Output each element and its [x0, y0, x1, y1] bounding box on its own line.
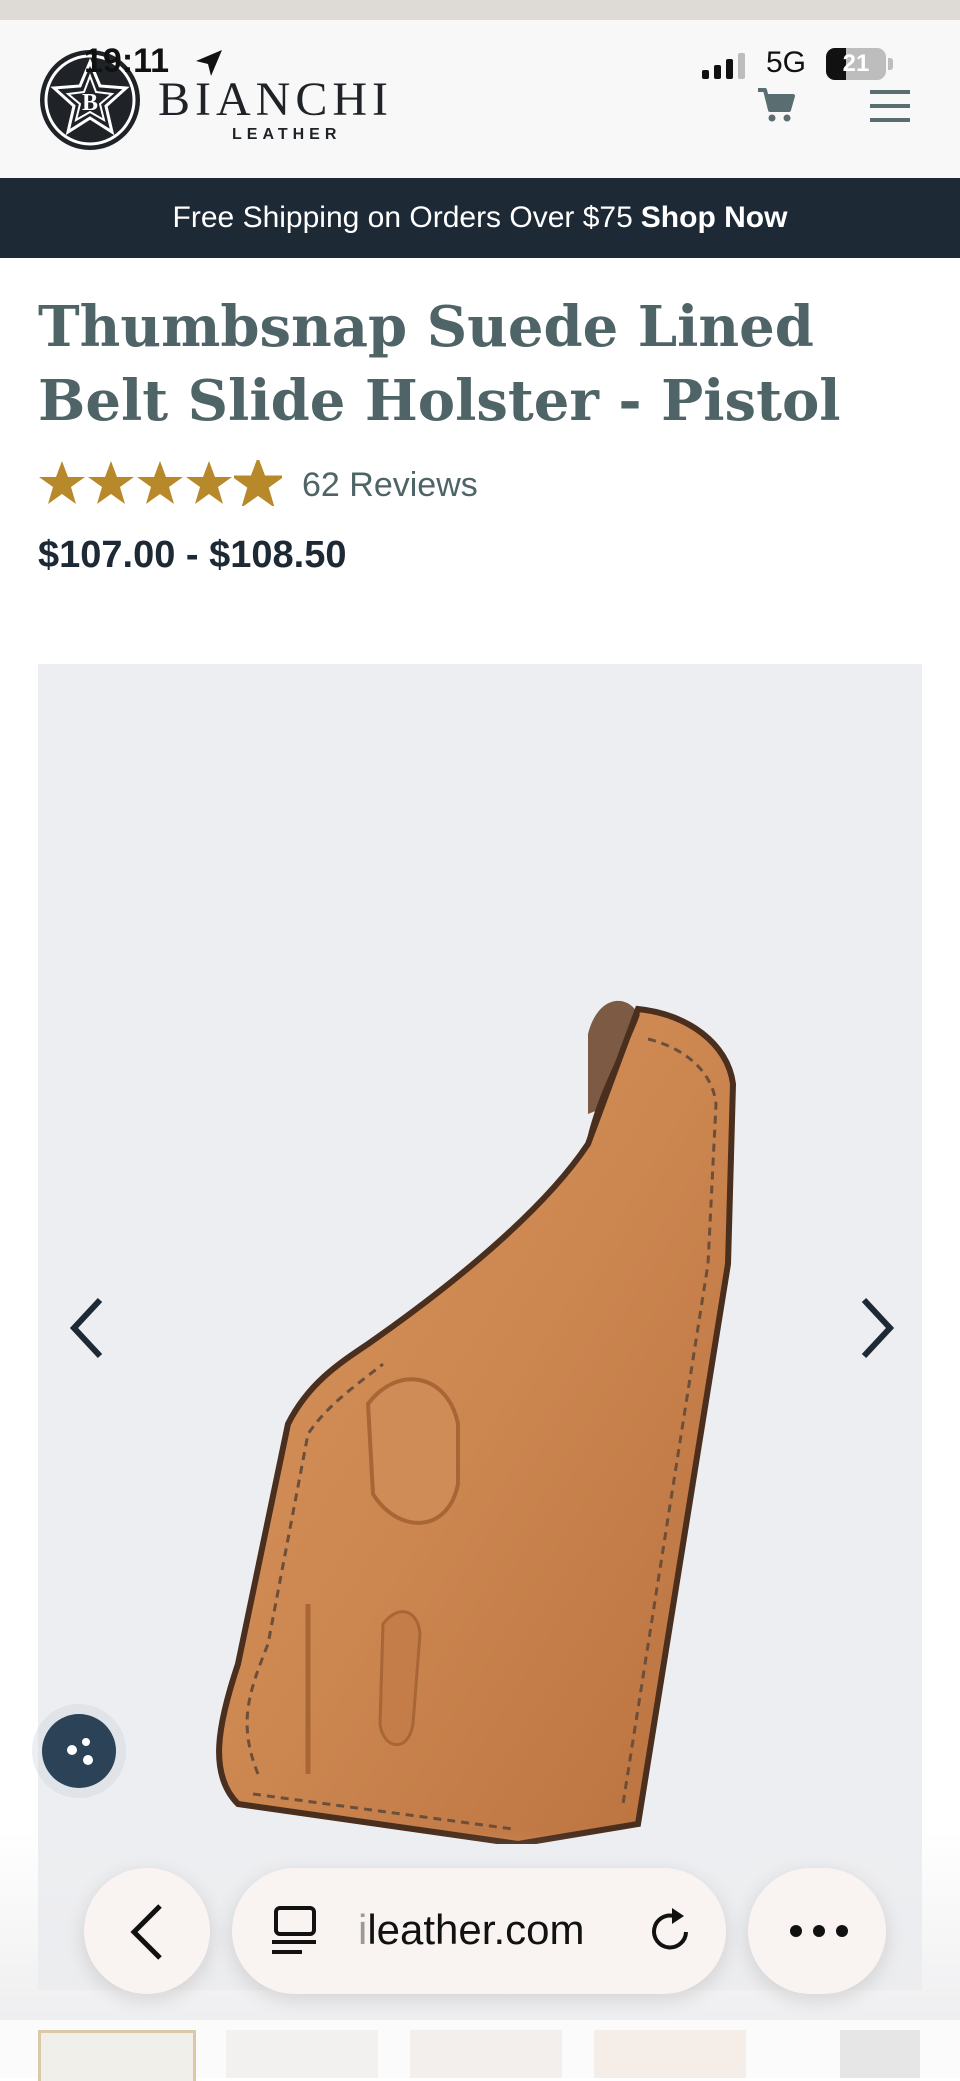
status-strip — [0, 0, 960, 20]
gallery-prev-chevron-icon[interactable] — [68, 1296, 108, 1360]
back-chevron-icon[interactable] — [124, 1900, 170, 1964]
product-title-line-2: Belt Slide Holster - Pistol — [38, 368, 841, 434]
product-title: Thumbsnap Suede Lined Belt Slide Holster… — [38, 290, 918, 438]
location-arrow-icon — [196, 50, 222, 76]
reload-icon[interactable] — [646, 1904, 696, 1958]
thumbnail[interactable] — [226, 2030, 378, 2078]
battery-level: 21 — [842, 50, 870, 77]
promo-banner: Free Shipping on Orders Over $75 Shop No… — [0, 178, 960, 258]
cart-icon[interactable] — [756, 84, 796, 124]
address-url-faint: i — [358, 1906, 368, 1953]
battery-icon: 21 — [826, 48, 896, 80]
shop-now-link[interactable]: Shop Now — [641, 201, 788, 235]
star-rating[interactable] — [38, 458, 282, 508]
address-url-main: leather.com — [367, 1906, 585, 1953]
thumbnail[interactable] — [594, 2030, 746, 2078]
cookie-settings-button[interactable] — [42, 1714, 116, 1788]
status-time: 19:11 — [84, 42, 170, 80]
svg-text:B: B — [82, 90, 98, 116]
signal-strength-icon — [702, 53, 745, 79]
star-icon — [186, 461, 232, 504]
cookie-icon — [67, 1738, 93, 1765]
promo-text: Free Shipping on Orders Over $75 — [172, 201, 633, 234]
address-url[interactable]: ileather.com — [358, 1906, 584, 1954]
gallery-next-chevron-icon[interactable] — [856, 1296, 896, 1360]
product-title-line-1: Thumbsnap Suede Lined — [38, 294, 814, 360]
reader-mode-icon[interactable] — [270, 1904, 320, 1958]
reviews-link[interactable]: 62 Reviews — [302, 466, 478, 505]
price-range: $107.00 - $108.50 — [38, 534, 347, 576]
holster-product-image — [216, 1000, 737, 1844]
star-icon — [88, 461, 134, 504]
hamburger-menu-icon[interactable] — [868, 88, 912, 124]
product-gallery[interactable] — [38, 664, 922, 1990]
network-type: 5G — [766, 46, 807, 79]
more-options-icon[interactable] — [784, 1916, 854, 1946]
star-icon — [137, 461, 183, 504]
thumbnail[interactable] — [840, 2030, 920, 2078]
brand-subtitle: LEATHER — [232, 126, 342, 143]
thumbnail-active[interactable] — [38, 2030, 196, 2081]
star-icon — [39, 461, 85, 504]
thumbnail[interactable] — [410, 2030, 562, 2078]
brand-name[interactable]: BIANCHI — [158, 72, 393, 127]
